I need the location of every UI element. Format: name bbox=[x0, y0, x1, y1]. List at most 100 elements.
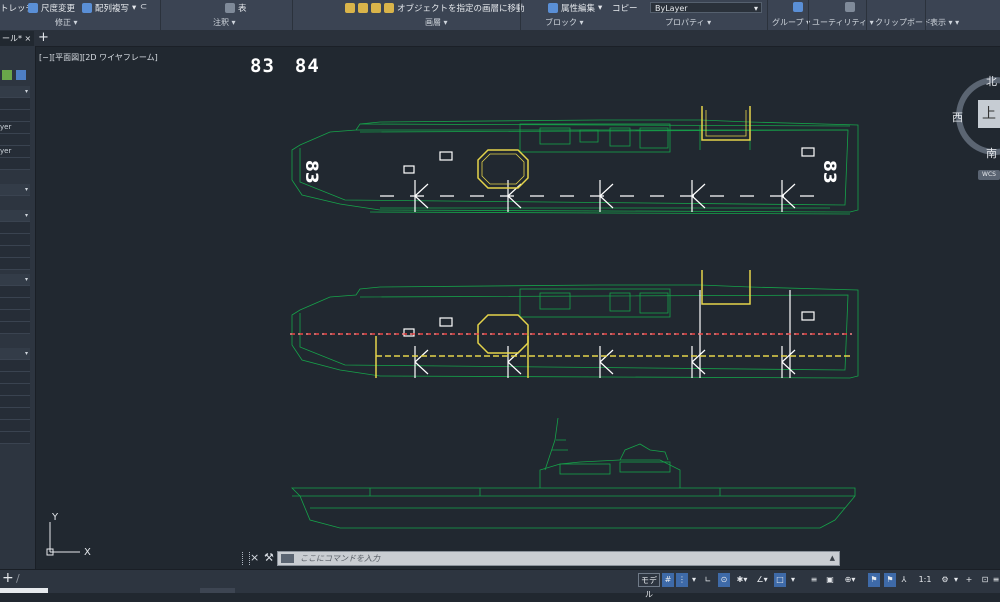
add-layout-button[interactable]: + bbox=[2, 570, 14, 586]
selection-cycling-icon[interactable]: ⊕▾ bbox=[840, 573, 860, 587]
bylayer-dropdown[interactable]: ByLayer ▾ bbox=[650, 2, 762, 13]
ucs-icon[interactable] bbox=[46, 522, 80, 556]
panel-annotation-label: 注釈 bbox=[213, 18, 229, 27]
layout-tab[interactable] bbox=[200, 588, 235, 593]
scale-button[interactable]: 尺度変更 bbox=[28, 2, 75, 14]
model-space-button[interactable]: モデル bbox=[638, 573, 660, 599]
palette-row[interactable] bbox=[0, 396, 30, 408]
transparency-icon[interactable]: ▣ bbox=[824, 573, 836, 587]
deck-markings-2[interactable] bbox=[403, 290, 815, 378]
quick-select-icon[interactable] bbox=[2, 70, 12, 80]
palette-row[interactable] bbox=[0, 360, 30, 372]
object-snap-icon[interactable]: □ bbox=[774, 573, 786, 587]
offset-button[interactable]: ⊂ bbox=[140, 2, 147, 12]
object-snap-tracking-icon[interactable]: ∠▾ bbox=[754, 573, 770, 587]
calculator-button[interactable] bbox=[845, 2, 855, 12]
close-icon[interactable]: × bbox=[250, 551, 259, 564]
panel-view[interactable]: 表示 ▾ ▾ bbox=[930, 17, 959, 28]
bylayer-value: ByLayer bbox=[655, 4, 688, 13]
annotation-scale-value[interactable]: 1:1 bbox=[914, 573, 936, 587]
palette-row[interactable] bbox=[0, 322, 30, 334]
table-button[interactable]: 表 bbox=[225, 2, 247, 14]
group-select-button[interactable] bbox=[793, 2, 803, 12]
palette-row[interactable] bbox=[0, 310, 30, 322]
copy-button[interactable]: コピー bbox=[612, 2, 638, 14]
deck-number[interactable]: 83 bbox=[301, 160, 321, 184]
isolate-objects-icon[interactable]: ⊡ bbox=[978, 573, 992, 587]
plus-icon[interactable]: + bbox=[962, 573, 976, 587]
palette-row[interactable]: yer bbox=[0, 146, 30, 158]
viewcube-west[interactable]: 西 bbox=[952, 109, 963, 125]
chevron-up-icon[interactable]: ▲ bbox=[830, 552, 835, 565]
menu-icon[interactable]: ≡ bbox=[992, 573, 1000, 587]
panel-annotation[interactable]: 注釈 ▾ bbox=[213, 17, 236, 28]
annotation-visibility-icon[interactable]: ⚑ bbox=[868, 573, 880, 587]
new-tab-button[interactable]: + bbox=[38, 30, 49, 45]
viewcube-north[interactable]: 北 bbox=[986, 73, 997, 89]
palette-row[interactable] bbox=[0, 258, 30, 270]
viewcube-south[interactable]: 南 bbox=[986, 145, 997, 161]
panel-clipboard[interactable]: クリップボード bbox=[875, 17, 931, 28]
palette-row[interactable] bbox=[0, 372, 30, 384]
calculator-icon bbox=[845, 2, 855, 12]
isodraft-icon[interactable]: ✱▾ bbox=[734, 573, 750, 587]
attr-edit-button[interactable]: 属性編集 ▾ bbox=[548, 2, 602, 14]
panel-groups[interactable]: グループ ▾ bbox=[772, 17, 810, 28]
palette-row-value: yer bbox=[0, 147, 12, 155]
select-objects-icon[interactable] bbox=[16, 70, 26, 80]
palette-row[interactable] bbox=[0, 98, 30, 110]
move-to-layer-button[interactable]: オブジェクトを指定の画層に移動 bbox=[345, 2, 525, 14]
palette-row[interactable] bbox=[0, 158, 30, 170]
panel-properties[interactable]: プロパティ ▾ bbox=[665, 17, 711, 28]
wrench-icon[interactable]: ⚒ bbox=[264, 551, 274, 564]
annotation-scale-icon[interactable]: ⅄ bbox=[898, 573, 910, 587]
palette-row[interactable] bbox=[0, 246, 30, 258]
palette-section-header[interactable]: ▾ bbox=[0, 348, 30, 360]
palette-section-header[interactable]: ▾ bbox=[0, 274, 30, 286]
lineweight-icon[interactable]: ≡ bbox=[808, 573, 820, 587]
command-history-icon[interactable] bbox=[281, 554, 294, 563]
attribute-icon bbox=[548, 3, 558, 13]
model-space-drawing[interactable]: 83 83 Y X bbox=[36, 46, 976, 556]
panel-modify[interactable]: 修正 ▾ bbox=[55, 17, 78, 28]
palette-row[interactable] bbox=[0, 432, 30, 444]
gear-icon[interactable]: ⚙ bbox=[938, 573, 952, 587]
palette-section-header[interactable]: ▾ bbox=[0, 210, 30, 222]
carrier-side-profile[interactable] bbox=[291, 417, 856, 529]
palette-row[interactable] bbox=[0, 234, 30, 246]
chevron-down-icon[interactable]: ▾ bbox=[952, 573, 960, 587]
palette-row[interactable]: yer bbox=[0, 122, 30, 134]
palette-row[interactable] bbox=[0, 222, 30, 234]
palette-row[interactable] bbox=[0, 420, 30, 432]
chevron-down-icon[interactable]: ▾ bbox=[690, 573, 698, 587]
divider bbox=[767, 0, 768, 30]
palette-section-header[interactable]: ▾ bbox=[0, 86, 30, 98]
model-layout-tab[interactable] bbox=[0, 588, 48, 593]
deck-number[interactable]: 83 bbox=[819, 160, 839, 184]
palette-row[interactable] bbox=[0, 384, 30, 396]
command-input[interactable]: ここにコマンドを入力 ▲ bbox=[277, 551, 840, 566]
grip-handle-icon[interactable] bbox=[242, 552, 250, 565]
snap-icon[interactable]: ⋮ bbox=[676, 573, 688, 587]
ortho-icon[interactable]: ∟ bbox=[702, 573, 714, 587]
carrier-deck-plan-2[interactable] bbox=[291, 284, 859, 379]
palette-row[interactable] bbox=[0, 134, 30, 146]
viewcube-top-face[interactable]: 上 bbox=[978, 100, 1000, 128]
panel-utilities[interactable]: ユーティリティ ▾ bbox=[812, 17, 874, 28]
palette-row[interactable] bbox=[0, 110, 30, 122]
array-button[interactable]: 配列複写 ▾ bbox=[82, 2, 136, 14]
panel-block[interactable]: ブロック ▾ bbox=[545, 17, 584, 28]
palette-row[interactable] bbox=[0, 408, 30, 420]
elevators-1[interactable] bbox=[477, 106, 751, 189]
polar-icon[interactable]: ⊙ bbox=[718, 573, 730, 587]
panel-layers[interactable]: 画層 ▾ bbox=[425, 17, 448, 28]
chevron-down-icon[interactable]: ▾ bbox=[788, 573, 798, 587]
file-tab[interactable]: ール* × bbox=[0, 31, 34, 46]
palette-row[interactable] bbox=[0, 286, 30, 298]
palette-section-header[interactable]: ▾ bbox=[0, 184, 30, 196]
auto-scale-icon[interactable]: ⚑ bbox=[884, 573, 896, 587]
wcs-menu[interactable]: WCS bbox=[978, 170, 1000, 180]
carrier-deck-plan-1[interactable] bbox=[291, 119, 859, 215]
palette-row[interactable] bbox=[0, 298, 30, 310]
grid-icon[interactable]: # bbox=[662, 573, 674, 587]
